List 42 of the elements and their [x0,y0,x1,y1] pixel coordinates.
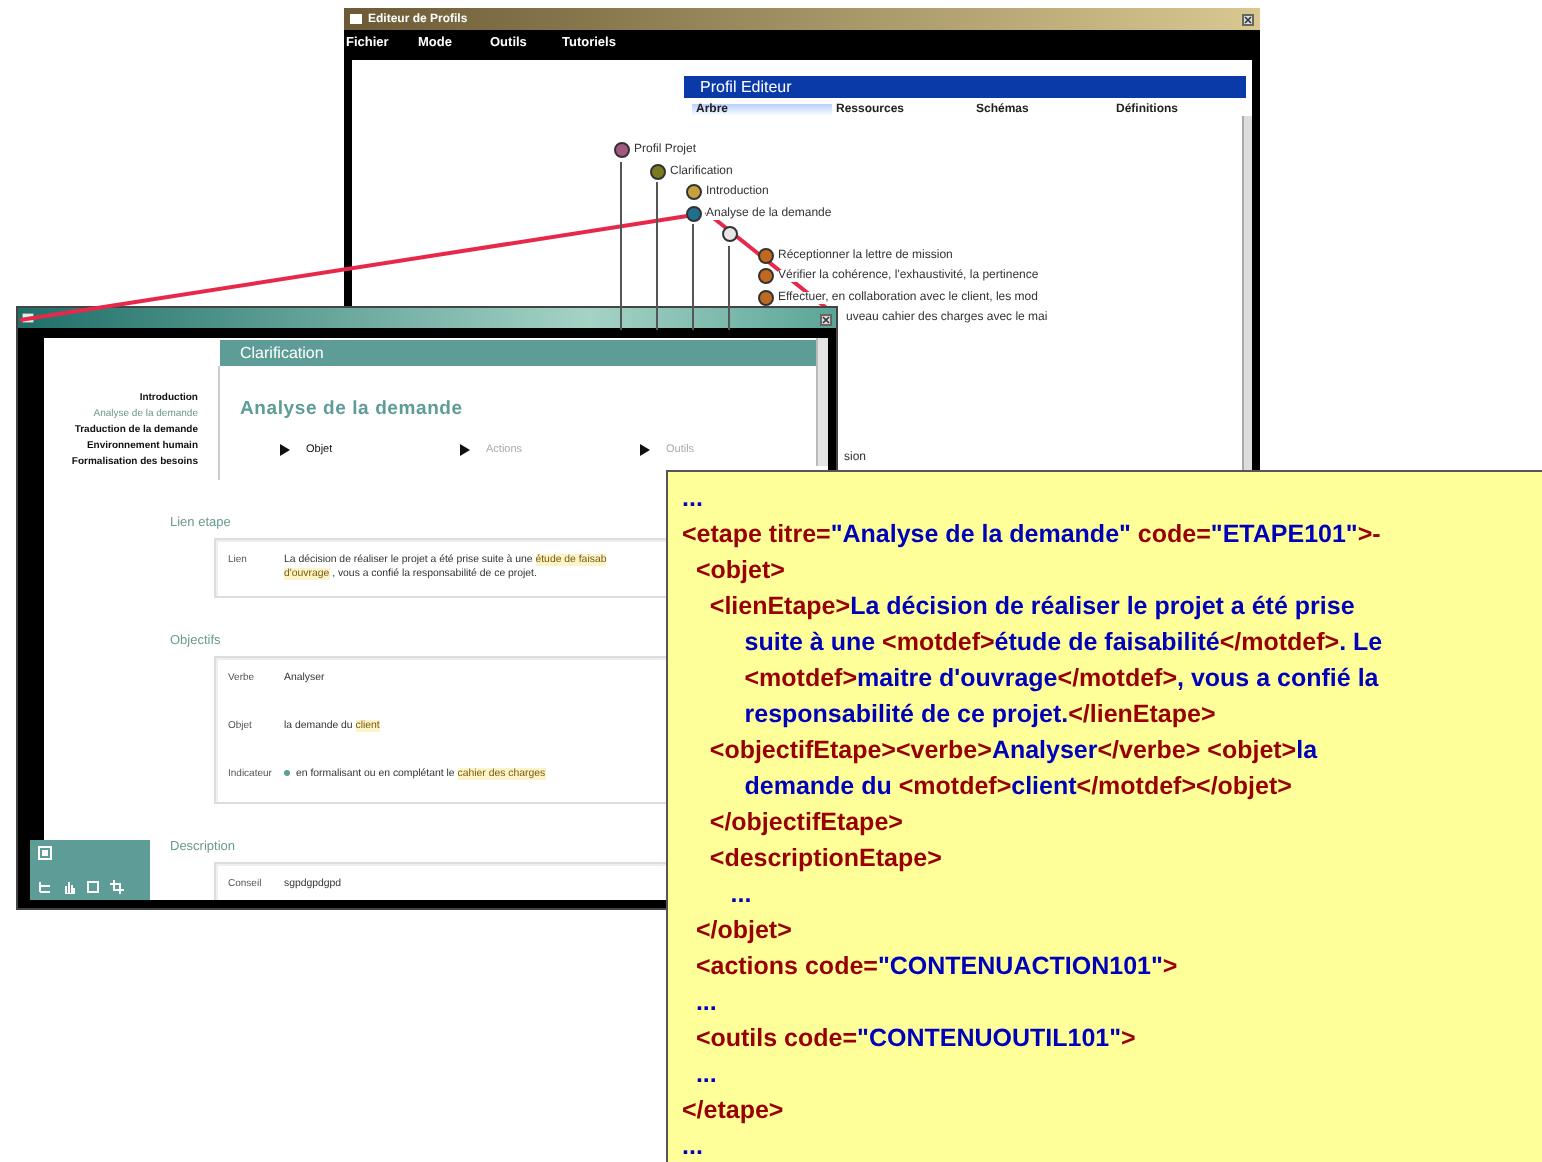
code-line: <descriptionEtape> [707,842,942,876]
code-line: </objet> [693,914,792,948]
tree-node-icon[interactable] [650,163,666,180]
triangle-icon [460,444,470,456]
code-line: <objectifEtape><verbe>Analyser</verbe> <objet>la [707,734,1318,768]
code-line: ... [728,878,752,912]
monitor-icon[interactable] [38,846,52,860]
code-line: suite à une <motdef>étude de faisabilité</motdef>. Le [742,626,1383,660]
square-icon[interactable] [86,880,100,894]
code-line: ... [682,482,703,516]
window-icon [22,312,34,324]
code-line: <etape titre="Analyse de la demande" code="ETAPE101">- [682,518,1381,552]
scrollbar [816,338,828,466]
triangle-icon [640,444,650,456]
tree-node-icon[interactable] [758,289,774,306]
window-icon [350,14,362,24]
tree-icon[interactable] [38,880,52,894]
code-line: <outils code="CONTENUOUTIL101"> [693,1022,1136,1056]
triangle-icon [280,444,290,456]
code-line: <objet> [693,554,785,588]
tree-node-icon[interactable] [686,205,702,222]
code-line: </objectifEtape> [707,806,903,840]
code-line: ... [693,986,717,1020]
tree-node-icon[interactable] [722,226,738,243]
code-line: responsabilité de ce projet.</lienEtape> [742,698,1216,732]
code-line: <lienEtape>La décision de réaliser le projet a été prise [707,590,1355,624]
tree-node-icon[interactable] [758,247,774,264]
code-line: demande du <motdef>client</motdef></objet> [742,770,1292,804]
close-icon [1242,13,1254,25]
code-line: <motdef>maitre d'ouvrage</motdef>, vous a confié la [742,662,1379,696]
tree-node-icon[interactable] [758,268,774,285]
code-line: ... [682,1130,703,1162]
page-heading: Analyse de la demande [240,398,465,420]
tree-node-icon[interactable] [686,184,702,201]
code-line: ... [693,1058,717,1092]
tree-node-icon[interactable] [614,142,630,159]
section-header: Clarification [220,340,816,366]
panel-header: Profil Editeur [684,76,1246,98]
crop-icon[interactable] [110,880,124,894]
code-line: <actions code="CONTENUACTION101"> [693,950,1178,984]
close-icon [820,314,832,326]
code-line: </etape> [682,1094,784,1128]
